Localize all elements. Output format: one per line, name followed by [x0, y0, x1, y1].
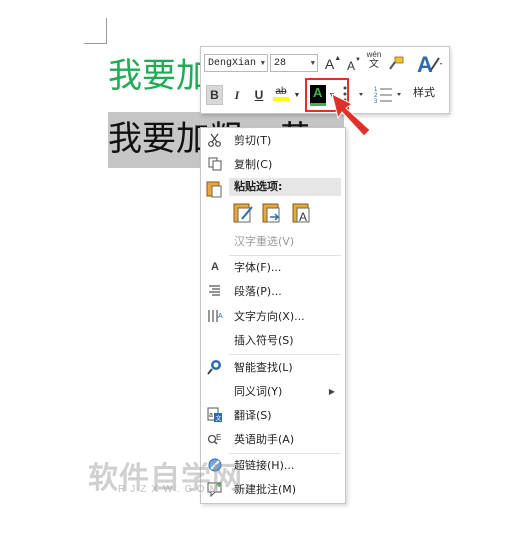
- format-painter-button[interactable]: [387, 54, 405, 74]
- styles-button[interactable]: A: [414, 52, 444, 78]
- chevron-down-icon: ▼: [310, 60, 315, 68]
- phonetic-guide-button[interactable]: wén 文: [365, 50, 383, 70]
- shrink-font-button[interactable]: A ▼: [346, 56, 362, 76]
- english-assistant-icon: E: [207, 431, 223, 447]
- paste-merge-formatting-icon[interactable]: [262, 201, 284, 225]
- styles-icon: A: [417, 52, 442, 77]
- menu-item-english-assistant[interactable]: E 英语助手(A): [201, 428, 343, 450]
- font-name-value: DengXian: [208, 58, 257, 69]
- svg-text:A: A: [218, 313, 223, 320]
- menu-item-insert-symbol[interactable]: 插入符号(S): [201, 329, 343, 351]
- font-size-combo[interactable]: 28 ▼: [270, 54, 318, 72]
- underline-button[interactable]: U: [251, 85, 267, 105]
- menu-item-paragraph[interactable]: 段落(P)...: [201, 280, 343, 302]
- font-name-combo[interactable]: DengXian ▼: [204, 54, 268, 72]
- menu-item-cut[interactable]: 剪切(T): [201, 129, 343, 151]
- font-icon: A: [211, 261, 219, 273]
- translate-icon: a文: [207, 407, 223, 423]
- font-size-value: 28: [274, 58, 287, 69]
- text-direction-icon: A: [207, 308, 223, 324]
- highlight-icon: ab: [275, 85, 287, 97]
- menu-item-synonyms[interactable]: 同义词(Y) ▶: [201, 380, 343, 402]
- highlight-dropdown[interactable]: ▼: [292, 85, 302, 105]
- svg-text:a: a: [209, 412, 213, 419]
- grow-font-icon: A: [324, 56, 335, 72]
- numbering-button[interactable]: 1 2 3: [374, 84, 404, 104]
- document-text-line-1[interactable]: 我要加: [108, 54, 210, 98]
- format-painter-icon: [389, 56, 404, 70]
- svg-text:A: A: [417, 52, 433, 77]
- scissors-icon: [207, 132, 223, 148]
- grow-font-button[interactable]: A ▲: [324, 54, 342, 74]
- numbered-list-icon: 1 2 3: [374, 87, 401, 104]
- shrink-font-icon: A: [347, 59, 356, 73]
- svg-text:E: E: [216, 433, 221, 442]
- chevron-down-icon: ▼: [260, 60, 265, 68]
- menu-item-font[interactable]: A 字体(F)...: [201, 256, 343, 278]
- svg-text:A: A: [299, 210, 307, 224]
- highlight-swatch: [273, 96, 289, 101]
- highlight-color-button[interactable]: ab: [271, 83, 291, 103]
- smart-lookup-icon: [207, 359, 223, 375]
- paste-keep-text-only-icon[interactable]: A: [292, 201, 314, 225]
- styles-label: 样式: [413, 86, 435, 99]
- svg-text:文: 文: [216, 415, 222, 423]
- submenu-arrow-icon: ▶: [328, 386, 335, 396]
- phonetic-char: 文: [369, 59, 379, 70]
- italic-button[interactable]: I: [229, 85, 245, 105]
- copy-icon: [207, 156, 223, 172]
- menu-item-translate[interactable]: a文 翻译(S): [201, 404, 343, 426]
- paste-keep-source-formatting-icon[interactable]: [233, 201, 255, 225]
- menu-item-reconversion: 汉字重选(V): [234, 235, 295, 248]
- clipboard-icon: [206, 180, 222, 202]
- menu-item-text-direction[interactable]: A 文字方向(X)...: [201, 305, 343, 327]
- paste-options-header: 粘贴选项:: [229, 178, 341, 196]
- menu-item-copy[interactable]: 复制(C): [201, 153, 343, 175]
- menu-item-smart-lookup[interactable]: 智能查找(L): [201, 356, 343, 378]
- bold-button[interactable]: B: [206, 85, 223, 105]
- svg-text:3: 3: [374, 99, 378, 104]
- page-corner-marker: [84, 18, 107, 44]
- paragraph-icon: [207, 283, 223, 299]
- watermark-subtext: RJZXW.COM: [118, 484, 223, 495]
- menu-separator: [229, 354, 341, 355]
